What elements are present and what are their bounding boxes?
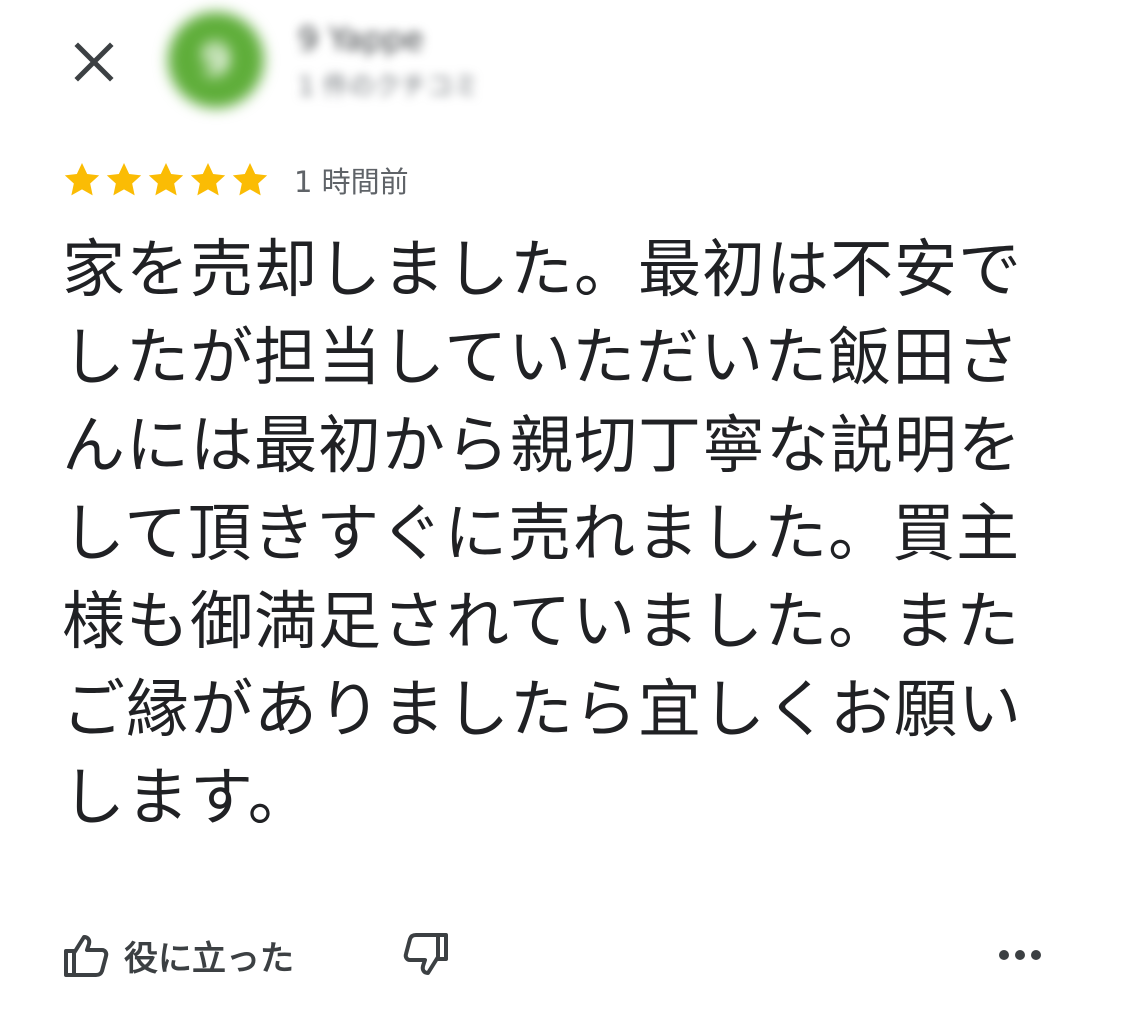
avatar-letter: 9 — [200, 34, 232, 86]
review-time: 1 時間前 — [294, 165, 409, 199]
star-icon — [106, 163, 142, 196]
review-header: 9 9 Yappe 1 件のクチコミ — [0, 0, 1125, 125]
thumbs-up-icon — [64, 935, 109, 977]
helpful-button[interactable]: 役に立った — [62, 920, 294, 990]
star-icon — [190, 163, 226, 196]
star-icon — [64, 163, 100, 196]
avatar[interactable]: 9 — [168, 12, 264, 108]
thumbs-down-icon — [403, 933, 448, 975]
rating-row: 1 時間前 — [62, 158, 409, 202]
review-actions: 役に立った — [62, 920, 1062, 990]
star-icon — [232, 163, 268, 196]
author-review-count: 1 件のクチコミ — [298, 72, 479, 102]
review-text: 家を売却しました。最初は不安でしたが担当していただいた飯田さんには最初から親切丁… — [62, 233, 1022, 834]
star-icon — [148, 163, 184, 196]
author-name[interactable]: 9 Yappe — [298, 20, 424, 58]
more-horizontal-icon — [999, 950, 1041, 960]
star-rating — [62, 160, 270, 200]
helpful-label: 役に立った — [124, 938, 294, 979]
close-icon — [74, 42, 114, 82]
more-options-button[interactable] — [990, 920, 1050, 990]
close-button[interactable] — [62, 30, 126, 94]
not-helpful-button[interactable] — [402, 920, 450, 990]
